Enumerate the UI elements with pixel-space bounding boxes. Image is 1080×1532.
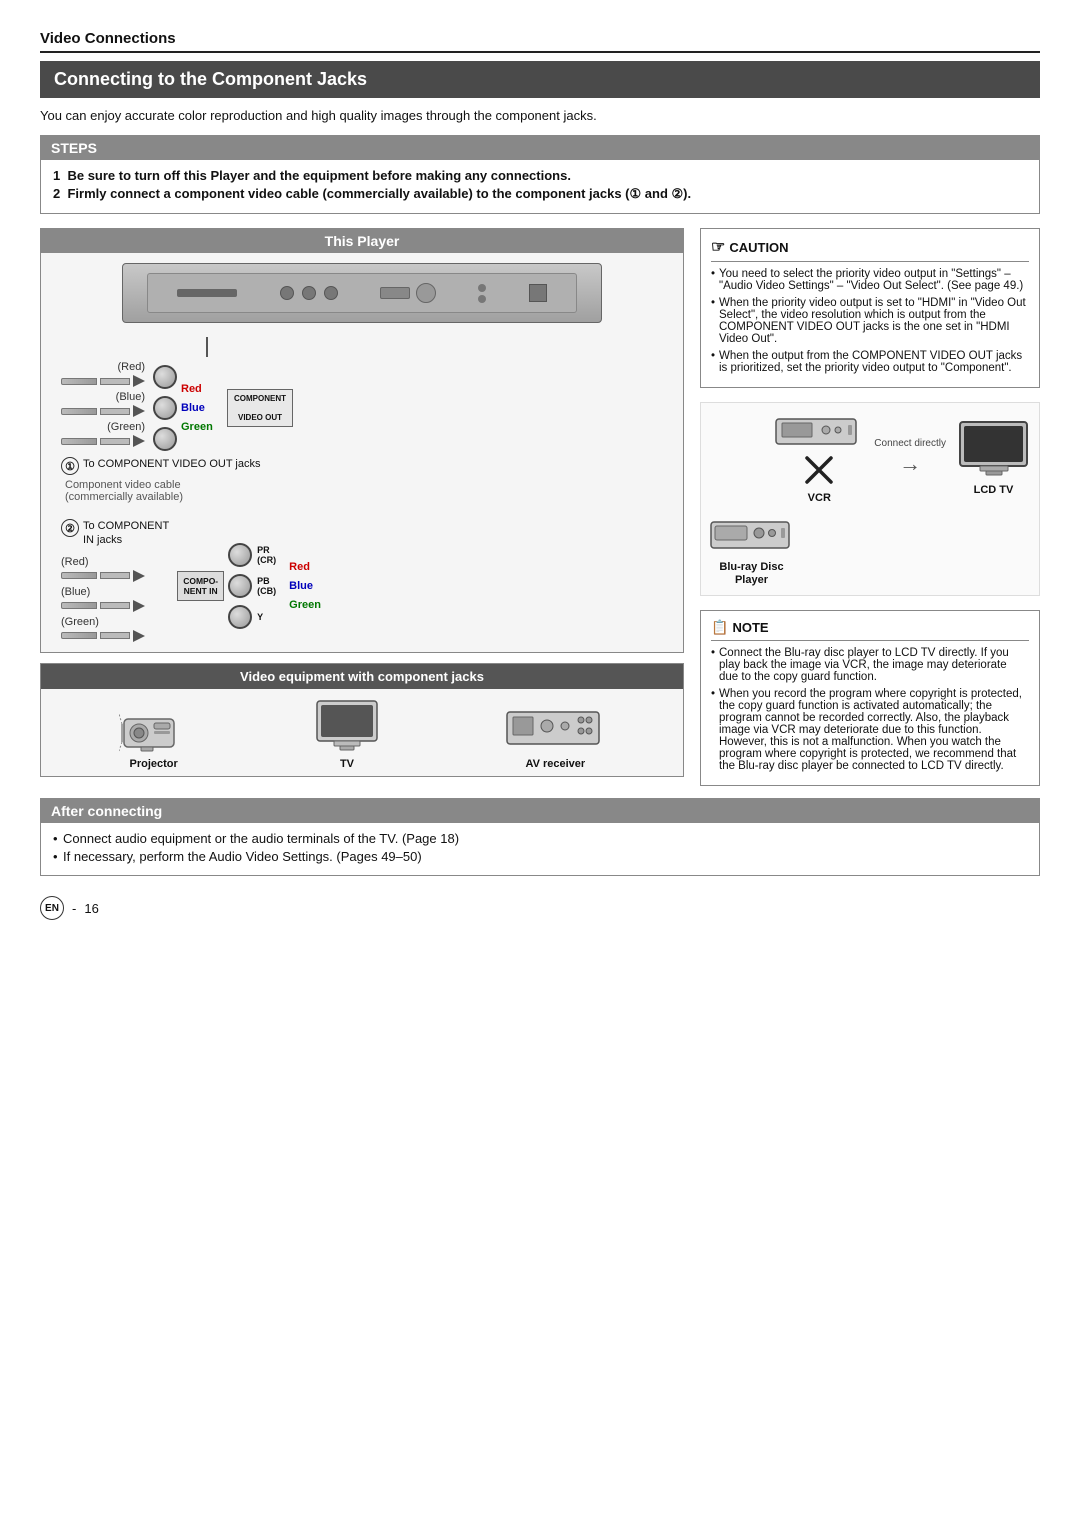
after-connecting-header: After connecting (41, 799, 1039, 823)
player-device (122, 263, 602, 323)
vcr-icon (774, 411, 864, 451)
circle-num-2: ② (61, 519, 79, 537)
caution-box: ☞ CAUTION You need to select the priorit… (700, 228, 1040, 388)
caution-header: ☞ CAUTION (711, 237, 1029, 262)
after-item-2: If necessary, perform the Audio Video Se… (53, 849, 1027, 864)
section-title: Video Connections (40, 30, 1040, 53)
page-number: 16 (84, 901, 98, 916)
note-box: 📋 NOTE Connect the Blu-ray disc player t… (700, 610, 1040, 786)
after-connecting-box: After connecting Connect audio equipment… (40, 798, 1040, 876)
projector-label: Projector (130, 758, 178, 770)
note-item-2: When you record the program where copyri… (711, 688, 1029, 772)
caution-item-2: When the priority video output is set to… (711, 297, 1029, 345)
projector-device: Projector (119, 709, 189, 770)
en-badge: EN (40, 896, 64, 920)
caution-item-3: When the output from the COMPONENT VIDEO… (711, 350, 1029, 374)
step-2: 2 Firmly connect a component video cable… (53, 186, 1027, 202)
green-label: Green (181, 421, 219, 433)
steps-header: STEPS (41, 136, 1039, 160)
av-receiver-device: AV receiver (505, 704, 605, 770)
blue-label: Blue (181, 402, 219, 414)
projector-icon (119, 709, 189, 754)
connect-directly-label: Connect directly (874, 438, 946, 449)
video-eq-box: Video equipment with component jacks (40, 663, 684, 777)
tv-device: TV (312, 699, 382, 770)
av-receiver-label: AV receiver (525, 758, 585, 770)
steps-box: STEPS 1 Be sure to turn off this Player … (40, 135, 1040, 214)
this-player-box: This Player (40, 228, 684, 653)
lcd-tv-label: LCD TV (974, 484, 1014, 496)
bluray-label: Blu-ray DiscPlayer (719, 561, 783, 587)
note-item-1: Connect the Blu-ray disc player to LCD T… (711, 647, 1029, 683)
intro-text: You can enjoy accurate color reproductio… (40, 108, 1040, 123)
x-mark-vcr (804, 455, 834, 485)
after-item-1: Connect audio equipment or the audio ter… (53, 831, 1027, 846)
av-receiver-icon (505, 704, 605, 754)
tv-label: TV (340, 758, 354, 770)
circle-num-1: ① (61, 457, 79, 475)
caution-item-1: You need to select the priority video ou… (711, 268, 1029, 292)
video-eq-header: Video equipment with component jacks (41, 664, 683, 689)
lcd-tv-icon (956, 420, 1031, 480)
cable-info: Component video cable(commercially avail… (65, 479, 293, 503)
this-player-header: This Player (41, 229, 683, 253)
page-footer: EN - 16 (40, 896, 1040, 920)
bluray-player-icon (709, 516, 794, 558)
component-out-box: COMPONENTVIDEO OUT (227, 389, 293, 428)
conn1-label: To COMPONENT VIDEO OUT jacks (83, 457, 260, 471)
conn2-label: To COMPONENTIN jacks (83, 519, 169, 548)
red-label: Red (181, 383, 219, 395)
note-header: 📋 NOTE (711, 619, 1029, 641)
step-1: 1 Be sure to turn off this Player and th… (53, 168, 1027, 183)
tv-icon (312, 699, 382, 754)
vcr-label: VCR (808, 492, 831, 504)
component-in-box: COMPO-NENT IN (177, 571, 224, 601)
vcr-lcd-area: VCR Connect directly → LCD TV (700, 402, 1040, 596)
main-title: Connecting to the Component Jacks (40, 61, 1040, 98)
